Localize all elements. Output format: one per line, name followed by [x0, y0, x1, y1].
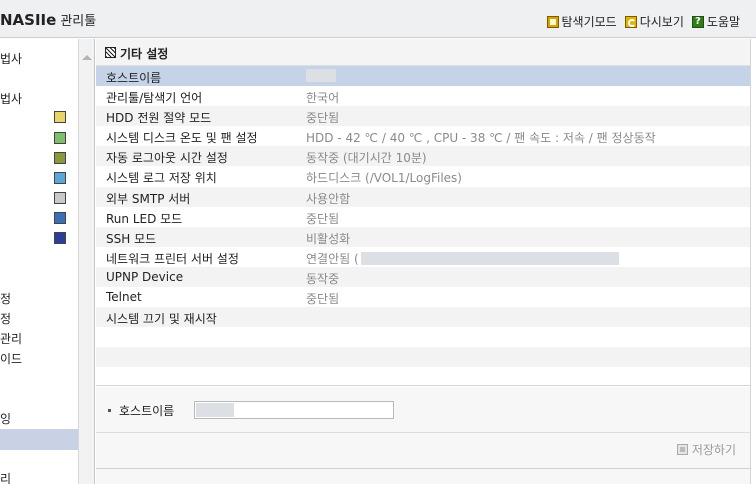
row-value: 사용안함 [306, 191, 351, 206]
redacted-value [360, 251, 619, 265]
sidebar-item[interactable]: 관리 [0, 330, 22, 347]
top-bar: NASIIe 관리툴 탐색기모드 다시보기 ? 도움말 [0, 0, 756, 38]
row-label: Run LED 모드 [106, 211, 183, 226]
row-value-text: 연결안됨 ( [306, 251, 359, 266]
settings-row[interactable]: 시스템 로그 저장 위치 하드디스크 (/VOL1/LogFiles) [96, 166, 750, 186]
settings-row[interactable]: 네트워크 프린터 서버 설정 연결안됨 ( [96, 247, 750, 267]
section-header: 기타 설정 [96, 39, 750, 66]
disk-icon[interactable] [54, 192, 66, 204]
row-value: HDD - 42 ℃ / 40 ℃ , CPU - 38 ℃ / 팬 속도 : … [306, 131, 656, 146]
section-title: 기타 설정 [120, 47, 169, 61]
sidebar-selected-row[interactable] [0, 429, 78, 450]
help-icon: ? [691, 15, 704, 28]
row-value: 한국어 [306, 91, 340, 106]
sidebar-item[interactable]: 법사 [0, 90, 22, 107]
sidebar-item[interactable]: 이드 [0, 350, 22, 367]
save-button[interactable]: 저장하기 [676, 441, 736, 458]
main-panel: 기타 설정 호스트이름 관리툴/탐색기 언어 한국어 HDD 전원 절약 모드 … [96, 39, 750, 484]
target-icon[interactable] [54, 232, 66, 244]
row-label: HDD 전원 절약 모드 [106, 111, 212, 126]
settings-row[interactable]: HDD 전원 절약 모드 중단됨 [96, 106, 750, 127]
row-value: 동작중 [306, 271, 340, 286]
folder-mode-icon [546, 15, 559, 28]
save-label: 저장하기 [691, 443, 736, 457]
row-label: 외부 SMTP 서버 [106, 191, 191, 206]
empty-row [96, 347, 750, 367]
divider [96, 432, 750, 433]
notebook-icon[interactable] [54, 111, 66, 123]
row-value: 중단됨 [306, 292, 340, 307]
explorer-mode-label: 탐색기모드 [561, 15, 617, 29]
bullet-icon [108, 408, 111, 412]
sidebar-item[interactable]: 법사 [0, 50, 22, 67]
top-links: 탐색기모드 다시보기 ? 도움말 [546, 13, 740, 30]
divider [96, 468, 750, 469]
app-subtitle: 관리툴 [60, 14, 97, 29]
settings-row[interactable]: 관리툴/탐색기 언어 한국어 [96, 86, 750, 106]
save-icon [676, 444, 688, 455]
settings-row[interactable]: UPNP Device 동작중 [96, 266, 750, 288]
app-title: NASIIe 관리툴 [0, 10, 96, 29]
row-value: 동작중 (대기시간 10분) [306, 151, 427, 166]
refresh-icon [624, 15, 637, 28]
row-label: 시스템 로그 저장 위치 [106, 171, 217, 186]
row-value: 비활성화 [306, 231, 351, 246]
settings-row[interactable]: 외부 SMTP 서버 사용안함 [96, 186, 750, 207]
settings-row[interactable]: 시스템 끄기 및 재시작 [96, 307, 750, 328]
settings-row[interactable]: Telnet 중단됨 [96, 287, 750, 307]
row-value: 중단됨 [306, 111, 340, 126]
usb-icon[interactable] [54, 212, 66, 224]
app-name: NASIIe [0, 11, 57, 29]
row-label: Telnet [106, 290, 142, 305]
hostname-label: 호스트이름 [119, 403, 175, 418]
settings-row[interactable]: SSH 모드 비활성화 [96, 226, 750, 247]
settings-row[interactable]: 자동 로그아웃 시간 설정 동작중 (대기시간 10분) [96, 146, 750, 167]
hostname-input[interactable] [194, 401, 395, 419]
row-label: 호스트이름 [106, 71, 162, 85]
row-value: 연결안됨 ( [306, 250, 619, 267]
row-label: UPNP Device [106, 269, 184, 284]
hostname-edit-row: 호스트이름 [108, 401, 395, 419]
edit-panel: 호스트이름 저장하기 [96, 387, 750, 484]
sidebar-item[interactable]: 정 [0, 290, 11, 307]
section-square-icon [105, 47, 116, 58]
refresh-link[interactable]: 다시보기 [624, 13, 684, 30]
sidebar-item[interactable]: 잉 [0, 410, 11, 427]
sidebar-item[interactable]: 리 [0, 470, 11, 484]
sidebar: 법사 법사 정 정 관리 이드 잉 리 [0, 39, 79, 484]
row-label: 자동 로그아웃 시간 설정 [106, 151, 228, 166]
help-label: 도움말 [706, 15, 740, 29]
list-empty-area [96, 328, 750, 386]
sidebar-item[interactable]: 정 [0, 310, 11, 327]
settings-list: 호스트이름 관리툴/탐색기 언어 한국어 HDD 전원 절약 모드 중단됨 시스… [96, 66, 750, 328]
settings-row-hostname[interactable]: 호스트이름 [96, 66, 750, 87]
row-value [306, 69, 336, 83]
table-icon[interactable] [54, 152, 66, 164]
row-value: 하드디스크 (/VOL1/LogFiles) [306, 171, 462, 186]
row-label: 네트워크 프린터 서버 설정 [106, 251, 239, 266]
refresh-label: 다시보기 [639, 15, 684, 29]
row-label: SSH 모드 [106, 231, 157, 246]
window-edge [750, 39, 756, 484]
redacted-value [306, 69, 336, 82]
sidebar-scrollbar[interactable] [78, 39, 95, 484]
row-value: 중단됨 [306, 211, 340, 226]
help-link[interactable]: ? 도움말 [691, 13, 740, 30]
row-label: 시스템 디스크 온도 및 팬 설정 [106, 131, 258, 146]
settings-row[interactable]: 시스템 디스크 온도 및 팬 설정 HDD - 42 ℃ / 40 ℃ , CP… [96, 126, 750, 146]
row-label: 시스템 끄기 및 재시작 [106, 312, 217, 327]
redacted-value [196, 403, 235, 417]
row-label: 관리툴/탐색기 언어 [106, 91, 203, 106]
settings-row[interactable]: Run LED 모드 중단됨 [96, 207, 750, 227]
grid-icon[interactable] [54, 132, 66, 144]
scroll-up-arrow-icon[interactable] [82, 55, 92, 60]
explorer-mode-link[interactable]: 탐색기모드 [546, 13, 617, 30]
plug-icon[interactable] [54, 172, 66, 184]
